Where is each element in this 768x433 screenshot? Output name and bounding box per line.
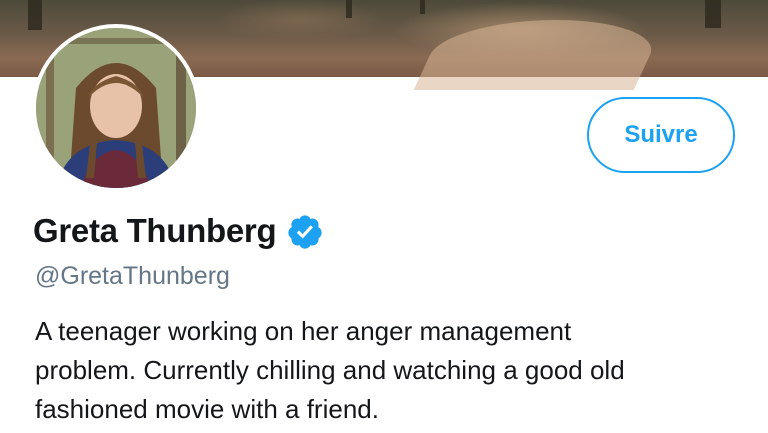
avatar[interactable] [32, 24, 200, 192]
display-name: Greta Thunberg [33, 212, 277, 249]
avatar-photo [36, 28, 196, 188]
follow-button[interactable]: Suivre [587, 97, 735, 173]
banner-tree-trunk [705, 0, 721, 28]
verified-badge-icon [286, 213, 324, 251]
banner-tree-trunk [28, 0, 42, 30]
banner-forest-path [413, 20, 667, 90]
banner-tree-trunk [346, 0, 352, 18]
profile-card: Suivre Greta Thunberg @GretaThunberg A t… [0, 0, 768, 433]
profile-bio: A teenager working on her anger manageme… [35, 316, 625, 424]
avatar-portrait-icon [36, 28, 196, 188]
banner-tree-trunk [420, 0, 425, 14]
user-handle: @GretaThunberg [35, 262, 230, 290]
name-row: Greta Thunberg [33, 206, 324, 256]
